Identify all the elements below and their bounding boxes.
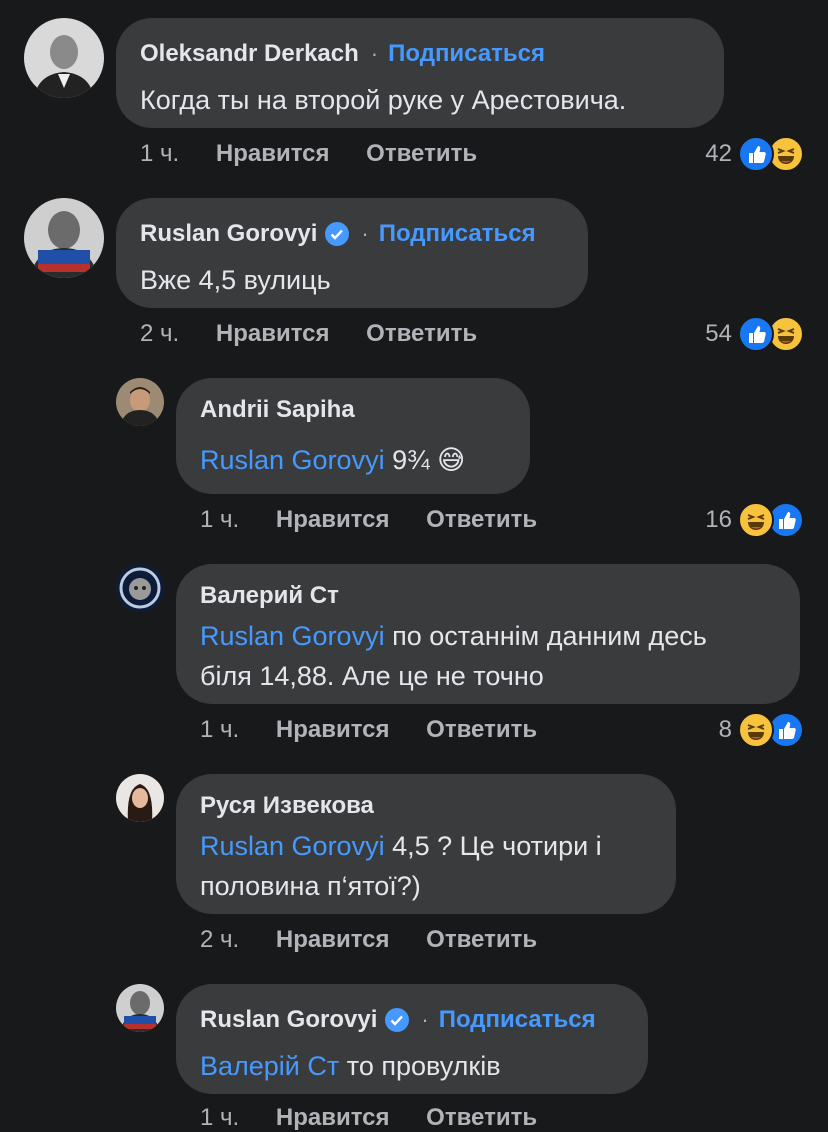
timestamp[interactable]: 2 ч.	[200, 926, 239, 953]
like-icon	[738, 316, 774, 352]
mention-link[interactable]: Ruslan Gorovyi	[200, 621, 385, 651]
grinning-sweat-emoji: 😅	[437, 445, 466, 475]
reaction-count[interactable]: 54	[680, 320, 732, 348]
timestamp[interactable]: 1 ч.	[140, 140, 179, 167]
avatar[interactable]	[24, 18, 104, 98]
separator-dot: ·	[370, 41, 379, 66]
reactions[interactable]	[738, 314, 810, 352]
comment-meta: 1 ч. Нравится Ответить	[200, 716, 537, 744]
comment-text: Вже 4,5 вулиць	[140, 265, 331, 295]
reply-button[interactable]: Ответить	[426, 506, 537, 533]
comment-bubble: Валерий Ст Ruslan Gorovyi по останнім да…	[176, 564, 800, 704]
author-name[interactable]: Oleksandr Derkach	[140, 40, 359, 68]
avatar[interactable]	[116, 564, 164, 612]
comment-meta: 1 ч. Нравится Ответить	[200, 1104, 537, 1132]
follow-button[interactable]: Подписаться	[388, 40, 545, 68]
reply-button[interactable]: Ответить	[426, 926, 537, 953]
like-button[interactable]: Нравится	[276, 716, 390, 743]
like-button[interactable]: Нравится	[216, 140, 330, 167]
author-name[interactable]: Руся Извекова	[200, 792, 374, 820]
avatar[interactable]	[116, 984, 164, 1032]
comment-bubble: Andrii Sapiha Ruslan Gorovyi 9¾ 😅	[176, 378, 530, 494]
reply-button[interactable]: Ответить	[426, 1104, 537, 1131]
reaction-count[interactable]: 8	[680, 716, 732, 744]
reaction-count[interactable]: 16	[680, 506, 732, 534]
mention-link[interactable]: Ruslan Gorovyi	[200, 445, 385, 475]
comment-text: Ruslan Gorovyi 4,5 ? Це чотири і половин…	[200, 831, 602, 901]
author-name[interactable]: Валерий Ст	[200, 582, 339, 610]
timestamp[interactable]: 1 ч.	[200, 716, 239, 743]
reply-button[interactable]: Ответить	[366, 320, 477, 347]
reactions[interactable]	[738, 134, 810, 172]
follow-button[interactable]: Подписаться	[439, 1006, 596, 1034]
comment-meta: 2 ч. Нравится Ответить	[140, 320, 477, 348]
comment-text: Ruslan Gorovyi 9¾ 😅	[200, 445, 466, 475]
haha-icon	[738, 502, 774, 538]
reaction-count[interactable]: 42	[680, 140, 732, 168]
timestamp[interactable]: 2 ч.	[140, 320, 179, 347]
reactions[interactable]	[738, 710, 810, 748]
separator-dot: ·	[421, 1007, 429, 1032]
like-button[interactable]: Нравится	[216, 320, 330, 347]
comment-text: Валерій Ст то провулків	[200, 1051, 501, 1081]
comment-meta: 1 ч. Нравится Ответить	[140, 140, 477, 168]
haha-icon	[738, 712, 774, 748]
like-icon	[738, 136, 774, 172]
comment-meta: 1 ч. Нравится Ответить	[200, 506, 537, 534]
mention-link[interactable]: Ruslan Gorovyi	[200, 831, 385, 861]
author-name[interactable]: Andrii Sapiha	[200, 396, 355, 424]
comment-bubble: Руся Извекова Ruslan Gorovyi 4,5 ? Це чо…	[176, 774, 676, 914]
like-button[interactable]: Нравится	[276, 1104, 390, 1131]
follow-button[interactable]: Подписаться	[379, 220, 536, 248]
reactions[interactable]	[738, 500, 810, 538]
timestamp[interactable]: 1 ч.	[200, 1104, 239, 1131]
comment-meta: 2 ч. Нравится Ответить	[200, 926, 537, 954]
separator-dot: ·	[361, 221, 369, 246]
reply-button[interactable]: Ответить	[366, 140, 477, 167]
mention-link[interactable]: Валерій Ст	[200, 1051, 339, 1081]
comment-bubble: Oleksandr Derkach · Подписаться Когда ты…	[116, 18, 724, 128]
timestamp[interactable]: 1 ч.	[200, 506, 239, 533]
comment-bubble: Ruslan Gorovyi · Подписаться Валерій Ст …	[176, 984, 648, 1094]
verified-badge-icon	[325, 222, 350, 246]
avatar[interactable]	[116, 378, 164, 426]
reply-button[interactable]: Ответить	[426, 716, 537, 743]
author-name[interactable]: Ruslan Gorovyi	[200, 1006, 377, 1034]
comment-bubble: Ruslan Gorovyi · Подписаться Вже 4,5 вул…	[116, 198, 588, 308]
avatar[interactable]	[116, 774, 164, 822]
comment-text: Когда ты на второй руке у Арестовича.	[140, 85, 627, 115]
verified-badge-icon	[385, 1008, 410, 1032]
like-button[interactable]: Нравится	[276, 926, 390, 953]
author-name[interactable]: Ruslan Gorovyi	[140, 220, 317, 248]
comment-text: Ruslan Gorovyi по останнім данним десь б…	[200, 621, 707, 691]
like-button[interactable]: Нравится	[276, 506, 390, 533]
avatar[interactable]	[24, 198, 104, 278]
